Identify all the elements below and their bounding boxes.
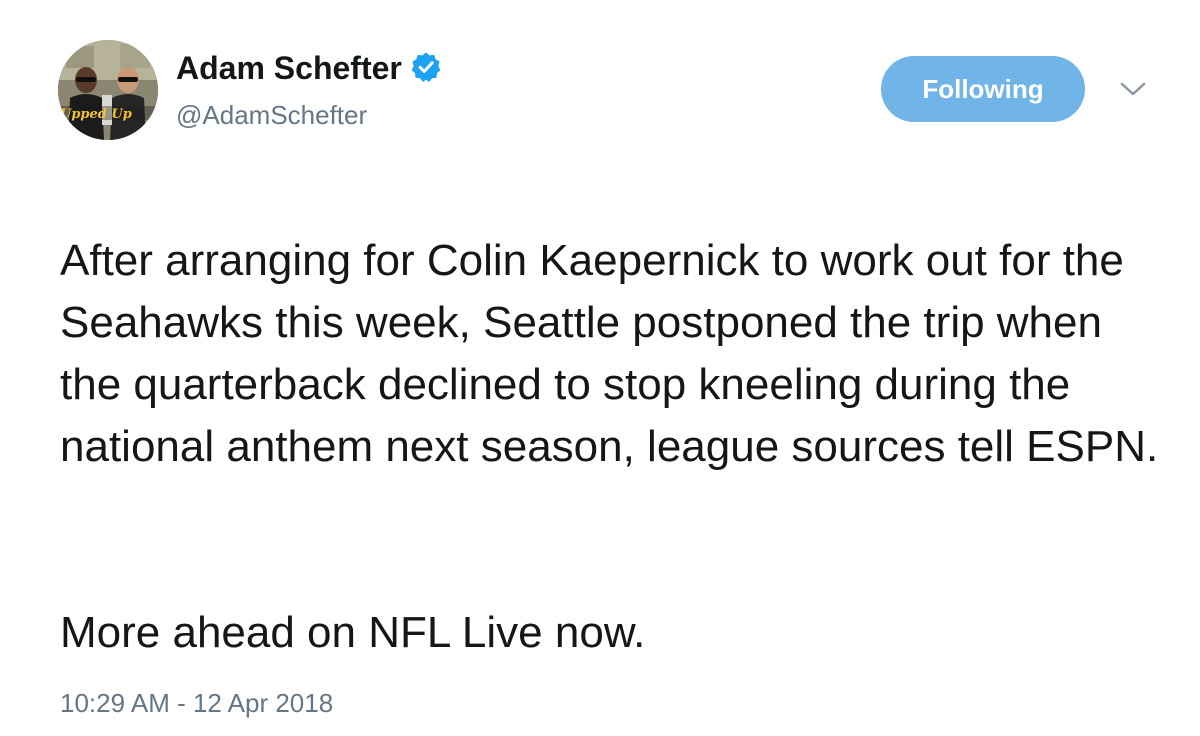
verified-badge-icon (411, 52, 441, 82)
author-name-label: Adam Schefter (176, 50, 402, 86)
tweet-paragraph: More ahead on NFL Live now. (60, 608, 646, 657)
following-button[interactable]: Following (881, 56, 1085, 122)
author-handle[interactable]: @AdamSchefter (176, 100, 367, 130)
author-name[interactable]: Adam Schefter (176, 50, 442, 86)
tweet-paragraph: After arranging for Colin Kaepernick to … (60, 236, 1159, 471)
profile-photo-icon: Upped Up (58, 40, 158, 140)
svg-text:Upped Up: Upped Up (60, 107, 132, 122)
tweet-text: After arranging for Colin Kaepernick to … (60, 168, 1160, 726)
avatar[interactable]: Upped Up (58, 40, 158, 140)
tweet-card: Upped Up Adam Schefter @AdamSchefter Fol… (0, 0, 1200, 736)
chevron-down-icon[interactable] (1118, 78, 1148, 100)
tweet-timestamp[interactable]: 10:29 AM - 12 Apr 2018 (60, 688, 333, 718)
